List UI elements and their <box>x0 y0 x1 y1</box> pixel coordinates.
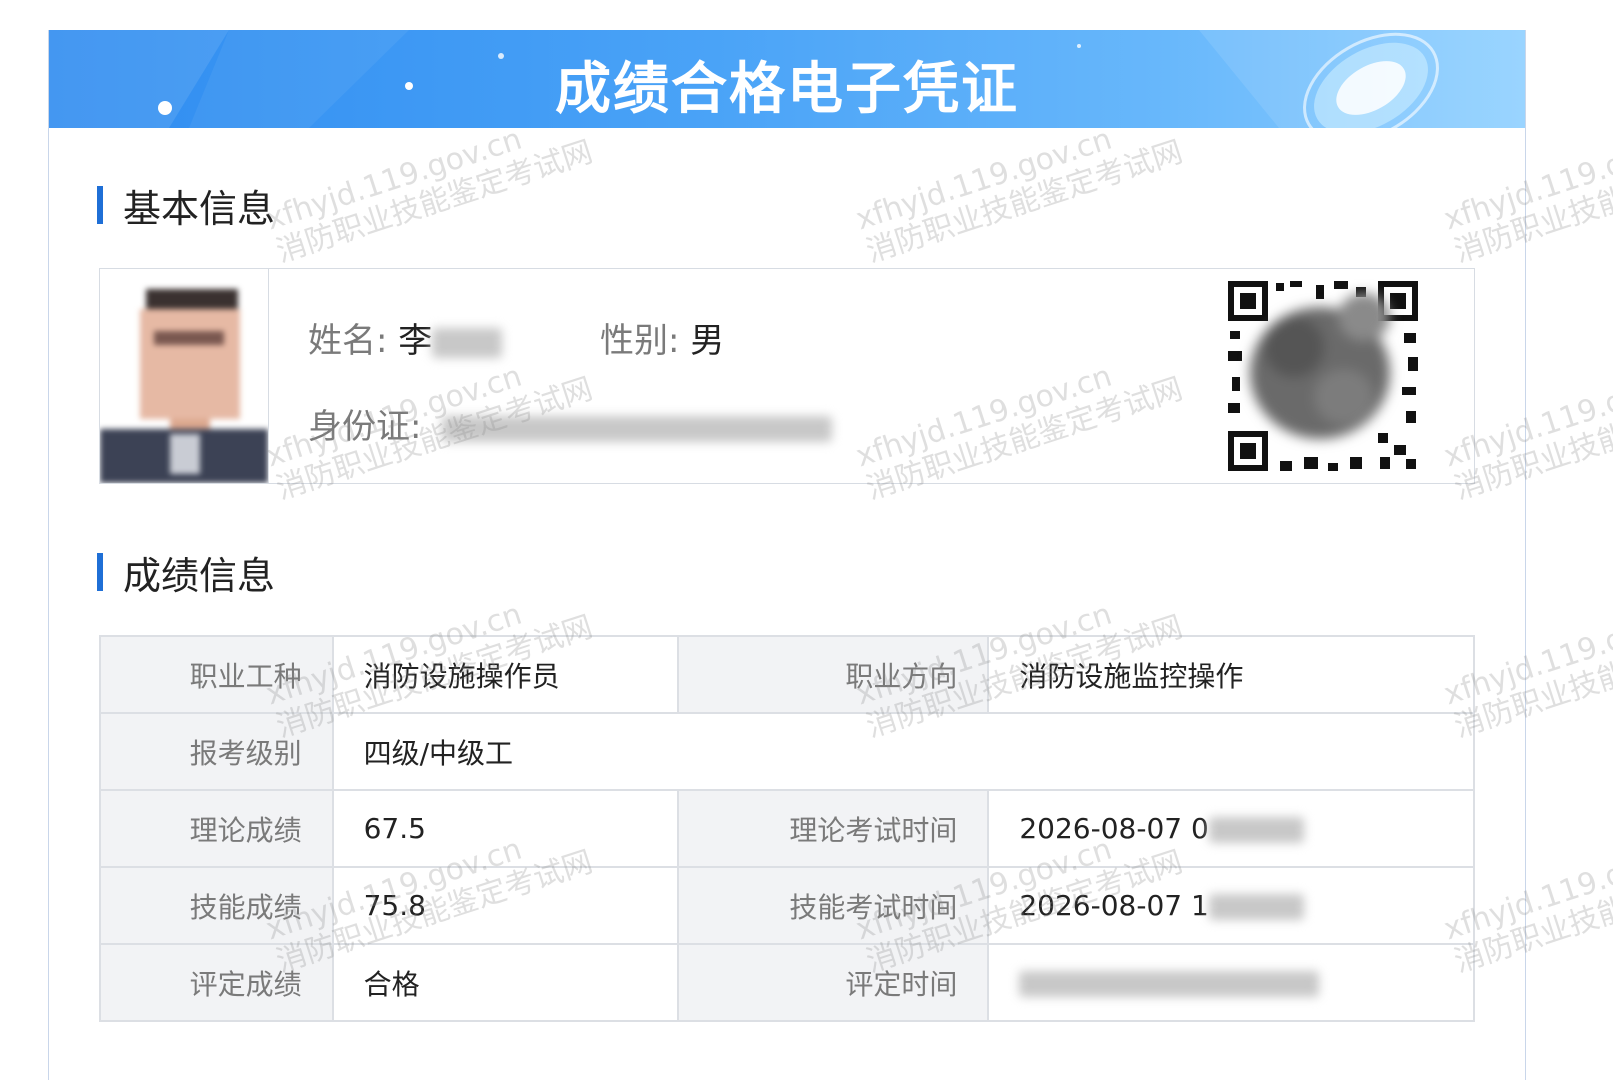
result-value: 合格 <box>331 943 679 1022</box>
id-card-redacted <box>442 415 833 442</box>
table-row: 报考级别 四级/中级工 <box>99 712 1476 791</box>
result-label: 评定成绩 <box>99 943 334 1022</box>
qr-code-icon <box>1224 277 1422 475</box>
theory-time-value: 2026-08-07 0 <box>1019 812 1209 845</box>
avatar-icon <box>100 269 268 483</box>
skill-score-label: 技能成绩 <box>99 866 334 945</box>
gender-field: 性别: 男 <box>600 313 724 362</box>
direction-label: 职业方向 <box>676 635 990 714</box>
result-time-redacted <box>1019 971 1320 997</box>
section-accent-bar <box>97 553 103 591</box>
level-value: 四级/中级工 <box>331 712 1476 791</box>
skill-time-redacted <box>1208 894 1304 920</box>
skill-time-label: 技能考试时间 <box>676 866 990 945</box>
section-accent-bar <box>97 186 103 224</box>
theory-time-label: 理论考试时间 <box>676 789 990 868</box>
section-score-info: 成绩信息 <box>97 550 275 598</box>
id-card-field: 身份证: <box>308 399 833 448</box>
occupation-label: 职业工种 <box>99 635 334 714</box>
avatar-photo <box>100 269 269 483</box>
theory-time-cell: 2026-08-07 0 <box>987 789 1475 868</box>
certificate-card: 成绩合格电子凭证 基本信息 姓名: 李 性别: 男 身份证: 成绩信息 职业工种… <box>48 30 1526 1080</box>
result-time-label: 评定时间 <box>676 943 990 1022</box>
table-row: 评定成绩 合格 评定时间 <box>99 943 1475 1022</box>
gender-label: 性别: <box>600 321 680 361</box>
occupation-value: 消防设施操作员 <box>331 635 679 714</box>
skill-time-cell: 2026-08-07 1 <box>987 866 1475 945</box>
table-row: 职业工种 消防设施操作员 职业方向 消防设施监控操作 <box>99 635 1475 714</box>
basic-info-panel: 姓名: 李 性别: 男 身份证: <box>99 268 1475 484</box>
gender-value: 男 <box>690 321 725 361</box>
theory-time-redacted <box>1208 817 1304 843</box>
banner: 成绩合格电子凭证 <box>49 30 1525 128</box>
table-row: 技能成绩 75.8 技能考试时间 2026-08-07 1 <box>99 866 1475 945</box>
theory-score-label: 理论成绩 <box>99 789 334 868</box>
direction-value: 消防设施监控操作 <box>987 635 1475 714</box>
theory-score-value: 67.5 <box>331 789 679 868</box>
id-card-label: 身份证: <box>308 407 422 447</box>
result-time-cell <box>987 943 1475 1022</box>
name-label: 姓名: <box>308 321 388 361</box>
skill-time-value: 2026-08-07 1 <box>1019 889 1209 922</box>
section-basic-info: 基本信息 <box>97 183 275 231</box>
level-label: 报考级别 <box>99 712 334 791</box>
page-title: 成绩合格电子凭证 <box>555 57 1019 122</box>
section-score-title: 成绩信息 <box>123 553 276 598</box>
table-row: 理论成绩 67.5 理论考试时间 2026-08-07 0 <box>99 789 1475 868</box>
name-field: 姓名: 李 <box>308 313 503 362</box>
section-basic-title: 基本信息 <box>123 186 276 231</box>
name-redacted <box>432 327 503 358</box>
name-value: 李 <box>398 321 433 361</box>
skill-score-value: 75.8 <box>331 866 679 945</box>
score-table: 职业工种 消防设施操作员 职业方向 消防设施监控操作 报考级别 四级/中级工 理… <box>99 635 1476 1022</box>
